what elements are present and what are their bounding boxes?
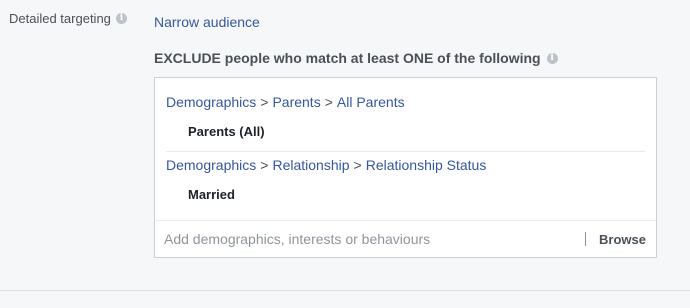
breadcrumb-item[interactable]: Demographics — [166, 157, 256, 173]
exclusion-group: Demographics > Parents > All Parents Parents… — [166, 93, 645, 152]
exclude-heading-text: EXCLUDE people who match at least ONE of… — [154, 50, 541, 66]
breadcrumb-item[interactable]: All Parents — [337, 94, 405, 110]
breadcrumb-separator: > — [260, 94, 269, 110]
breadcrumb-item[interactable]: Relationship Status — [366, 157, 487, 173]
narrow-audience-link[interactable]: Narrow audience — [154, 14, 260, 30]
selected-item-parents-all: Parents (All) — [188, 124, 265, 139]
detailed-targeting-text: Detailed targeting — [9, 11, 111, 26]
selected-item-married: Married — [188, 187, 235, 202]
detailed-targeting-label: Detailed targeting i — [9, 11, 127, 26]
targeting-input-bar: Browse — [155, 220, 656, 257]
exclude-heading: EXCLUDE people who match at least ONE of… — [154, 50, 558, 66]
section-divider — [0, 290, 690, 291]
exclusion-targeting-box: Demographics > Parents > All Parents Parents… — [154, 77, 657, 258]
breadcrumb-separator: > — [324, 94, 333, 110]
info-icon[interactable]: i — [115, 13, 127, 24]
info-icon[interactable]: i — [546, 52, 558, 64]
breadcrumb-separator: > — [260, 157, 269, 173]
breadcrumb-separator: > — [353, 157, 362, 173]
breadcrumb-item[interactable]: Parents — [272, 94, 320, 110]
browse-divider — [585, 232, 587, 246]
browse-button[interactable]: Browse — [593, 231, 656, 248]
targeting-search-input[interactable] — [155, 224, 586, 254]
breadcrumb-item[interactable]: Demographics — [166, 94, 256, 110]
exclusion-group: Demographics > Relationship > Relationship S… — [166, 156, 645, 216]
breadcrumb-item[interactable]: Relationship — [272, 157, 349, 173]
breadcrumb: Demographics > Relationship > Relationship S… — [166, 156, 645, 174]
breadcrumb: Demographics > Parents > All Parents — [166, 93, 645, 111]
